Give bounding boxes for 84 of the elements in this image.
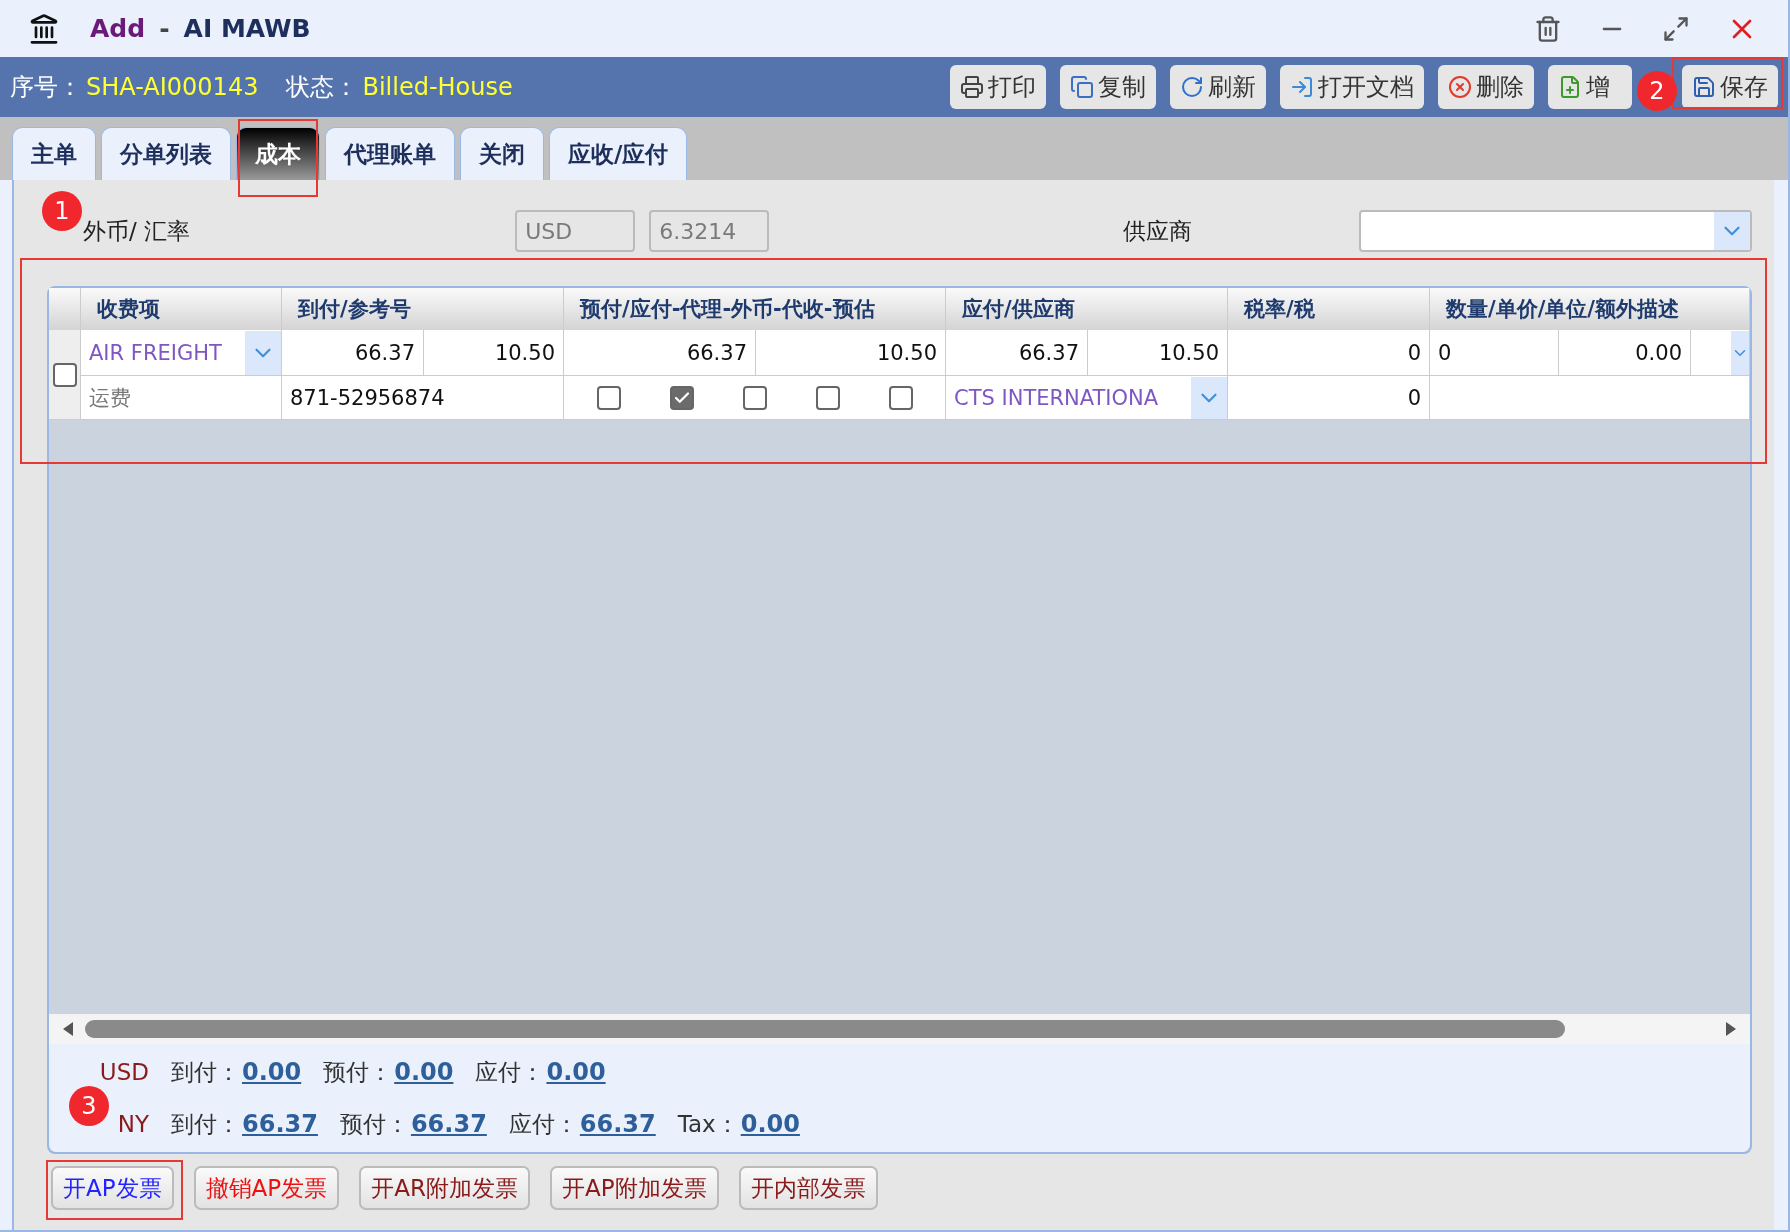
copy-icon bbox=[1070, 75, 1094, 99]
table-cell: 871-52956874 bbox=[282, 376, 564, 420]
column-header: 收费项 bbox=[81, 288, 282, 330]
file-plus-icon bbox=[1558, 75, 1582, 99]
summary-label: 预付： bbox=[339, 1109, 409, 1139]
checkbox[interactable] bbox=[888, 385, 913, 410]
toolbar-button[interactable]: 复制 bbox=[1060, 65, 1156, 109]
summary-value-link[interactable]: 0.00 bbox=[546, 1058, 606, 1086]
toolbar-button[interactable]: 删除 bbox=[1438, 65, 1534, 109]
currency-label: NY bbox=[116, 1111, 149, 1137]
table-cell: 0 bbox=[1430, 330, 1559, 376]
summary-label: 应付： bbox=[508, 1109, 578, 1139]
info-label: 序号： bbox=[10, 72, 82, 103]
invoice-button[interactable]: 开内部发票 bbox=[738, 1166, 878, 1210]
annotation-badge: 1 bbox=[42, 191, 82, 231]
invoice-button[interactable]: 开AR附加发票 bbox=[359, 1166, 530, 1210]
table-cell: 0.00 bbox=[1559, 330, 1691, 376]
column-header: 到付/参考号 bbox=[282, 288, 564, 330]
table-cell: 0 bbox=[1228, 330, 1430, 376]
summary-value-link[interactable]: 0.00 bbox=[394, 1058, 454, 1086]
charge-select[interactable]: AIR FREIGHT bbox=[81, 330, 282, 376]
table-cell: 0 bbox=[1228, 376, 1430, 420]
annotation-badge: 2 bbox=[1637, 71, 1677, 111]
printer-icon bbox=[960, 75, 984, 99]
checkbox[interactable] bbox=[669, 385, 694, 410]
table-cell: 66.37 bbox=[564, 330, 756, 376]
maximize-icon[interactable] bbox=[1662, 14, 1690, 43]
scroll-right-icon[interactable] bbox=[1724, 1021, 1738, 1037]
table-cell: 10.50 bbox=[1088, 330, 1228, 376]
toolbar-button[interactable]: 刷新 bbox=[1170, 65, 1266, 109]
summary-label: 到付： bbox=[171, 1109, 240, 1139]
tab[interactable]: 代理账单 bbox=[325, 127, 455, 180]
column-header: 税率/税 bbox=[1228, 288, 1430, 330]
invoice-button[interactable]: 撤销AP发票 bbox=[193, 1166, 340, 1210]
summary-value-link[interactable]: 66.37 bbox=[242, 1110, 318, 1138]
annotation-badge: 3 bbox=[69, 1086, 109, 1126]
summary-value-link[interactable]: 0.00 bbox=[242, 1058, 302, 1086]
column-header: 应付/供应商 bbox=[946, 288, 1228, 330]
checkbox[interactable] bbox=[596, 385, 621, 410]
trash-icon[interactable] bbox=[1534, 14, 1562, 43]
checkbox[interactable] bbox=[815, 385, 840, 410]
table-cell: 66.37 bbox=[946, 330, 1088, 376]
summary-label: 应付： bbox=[475, 1057, 545, 1087]
summary-label: 预付： bbox=[323, 1057, 393, 1087]
window-title-action: Add bbox=[90, 14, 146, 43]
column-header: 数量/单价/单位/额外描述 bbox=[1430, 288, 1750, 330]
table-cell: 10.50 bbox=[756, 330, 946, 376]
tab[interactable]: 关闭 bbox=[460, 127, 544, 180]
toolbar-button[interactable]: 打开文档 bbox=[1280, 65, 1424, 109]
summary-label: Tax： bbox=[677, 1109, 739, 1139]
horizontal-scrollbar[interactable] bbox=[49, 1014, 1750, 1044]
info-label: 状态： bbox=[286, 72, 359, 103]
info-value: SHA-AI000143 bbox=[86, 73, 259, 101]
bank-icon bbox=[28, 12, 60, 45]
summary-value-link[interactable]: 66.37 bbox=[579, 1110, 656, 1138]
toolbar-button[interactable]: 增 bbox=[1548, 65, 1632, 109]
currency-rate-label: 外币/ 汇率 bbox=[83, 217, 192, 246]
invoice-button[interactable]: 开AP发票 bbox=[51, 1166, 174, 1210]
toolbar-button[interactable]: 打印 bbox=[950, 65, 1046, 109]
checkbox[interactable] bbox=[742, 385, 767, 410]
scroll-left-icon[interactable] bbox=[61, 1021, 75, 1037]
vendor-label: 供应商 bbox=[1123, 217, 1194, 246]
summary-label: 到付： bbox=[171, 1057, 240, 1087]
table-cell: 运费 bbox=[81, 376, 282, 420]
summary-value-link[interactable]: 66.37 bbox=[410, 1110, 487, 1138]
refresh-icon bbox=[1180, 75, 1204, 99]
table-cell: 10.50 bbox=[424, 330, 564, 376]
arrow-into-box-icon bbox=[1290, 75, 1314, 99]
info-value: Billed-House bbox=[362, 73, 513, 101]
tab[interactable]: 主单 bbox=[12, 127, 96, 180]
title-separator: - bbox=[159, 14, 170, 43]
vendor-select[interactable]: CTS INTERNATIONA bbox=[946, 376, 1228, 420]
tab[interactable]: 应收/应付 bbox=[549, 127, 688, 180]
x-circle-icon bbox=[1448, 75, 1472, 99]
table-cell: 66.37 bbox=[282, 330, 424, 376]
toolbar-button[interactable]: 保存 bbox=[1682, 65, 1778, 109]
tab[interactable]: 分单列表 bbox=[101, 127, 231, 180]
currency-label: USD bbox=[98, 1059, 149, 1085]
invoice-button[interactable]: 开AP附加发票 bbox=[549, 1166, 719, 1210]
row-checkbox[interactable] bbox=[52, 362, 77, 387]
column-header: 预付/应付-代理-外币-代收-预估 bbox=[564, 288, 946, 330]
summary-value-link[interactable]: 0.00 bbox=[740, 1110, 800, 1138]
tab[interactable]: 成本 bbox=[236, 127, 320, 180]
window-title: AI MAWB bbox=[183, 14, 311, 43]
